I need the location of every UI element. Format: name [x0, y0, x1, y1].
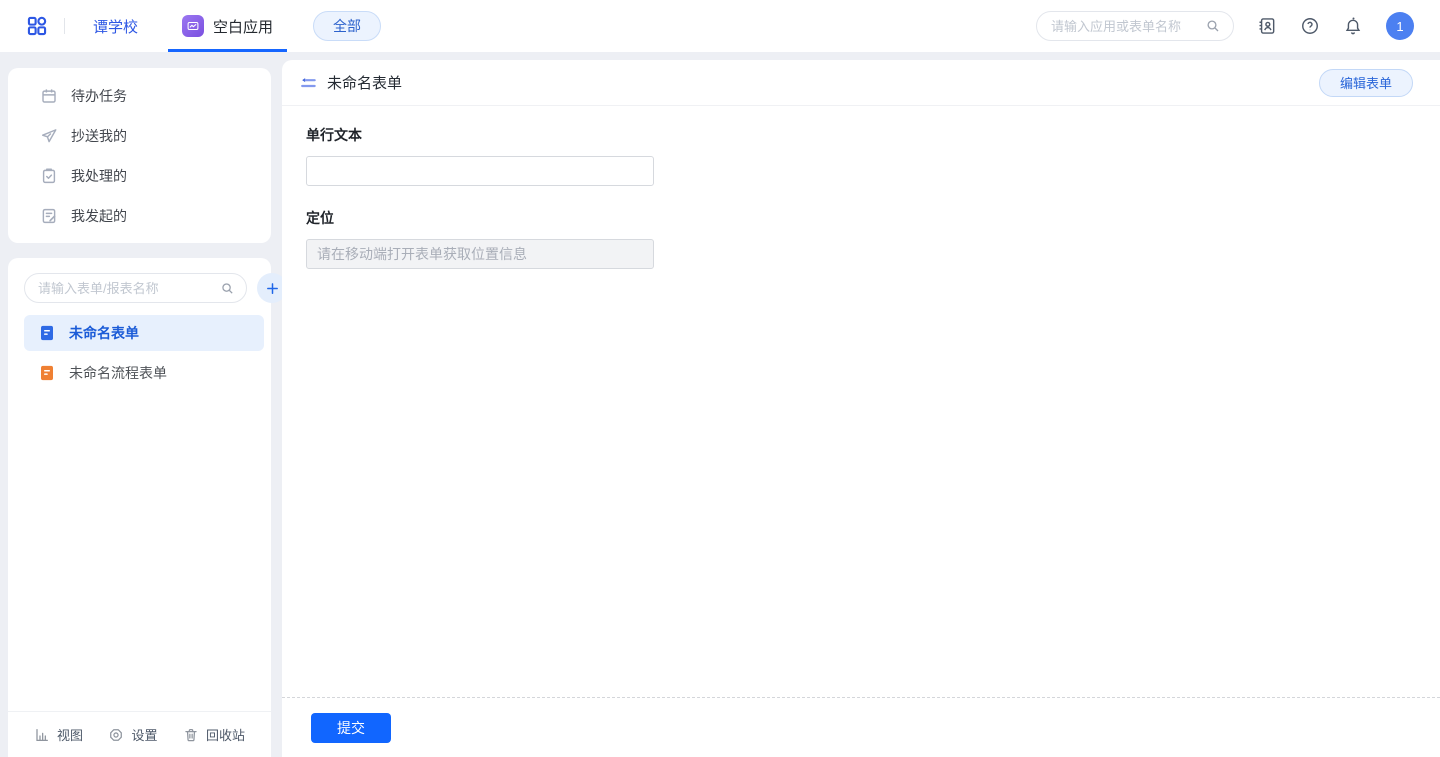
- chart-icon: [34, 727, 50, 743]
- single-line-text-input[interactable]: [306, 156, 654, 186]
- sidebar-item-label: 未命名流程表单: [69, 363, 167, 383]
- topbar-divider: [64, 18, 65, 34]
- plus-icon: [265, 281, 280, 296]
- sidebar-item-cc-to-me[interactable]: 抄送我的: [8, 116, 271, 156]
- location-input: [306, 239, 654, 269]
- settings-button[interactable]: 设置: [108, 725, 157, 744]
- settings-icon: [108, 727, 124, 743]
- views-button[interactable]: 视图: [34, 725, 83, 744]
- apps-grid-button[interactable]: [26, 15, 48, 37]
- user-avatar[interactable]: 1: [1386, 12, 1414, 40]
- filter-all-pill[interactable]: 全部: [313, 11, 381, 41]
- sidebar-item-label: 我发起的: [71, 206, 127, 226]
- form-view-header: 未命名表单 编辑表单: [282, 60, 1440, 106]
- bell-icon[interactable]: [1343, 16, 1363, 36]
- field-location: 定位: [306, 208, 1440, 269]
- form-doc-icon-orange: [38, 364, 56, 382]
- trash-icon: [183, 727, 199, 743]
- footer-item-label: 设置: [131, 725, 157, 744]
- clipboard-check-icon: [40, 167, 58, 185]
- sidebar-footer: 视图 设置 回收站: [8, 711, 271, 757]
- calendar-icon: [40, 87, 58, 105]
- form-search[interactable]: [24, 273, 247, 303]
- sidebar-item-label: 抄送我的: [71, 126, 127, 146]
- field-single-line-text: 单行文本: [306, 125, 1440, 186]
- topbar-right: 1: [1036, 11, 1414, 41]
- recycle-bin-button[interactable]: 回收站: [183, 725, 245, 744]
- form-search-input[interactable]: [36, 280, 216, 297]
- field-label: 定位: [306, 208, 1440, 228]
- footer-item-label: 视图: [57, 725, 83, 744]
- sidebar-item-unnamed-form[interactable]: 未命名表单: [24, 315, 264, 351]
- apps-grid-icon: [26, 15, 48, 37]
- search-icon: [1205, 18, 1221, 34]
- sidebar-item-label: 待办任务: [71, 86, 127, 106]
- form-footer: 提交: [282, 697, 1440, 757]
- help-icon[interactable]: [1300, 16, 1320, 36]
- tab-label: 空白应用: [213, 16, 273, 37]
- form-area: 单行文本 定位: [282, 106, 1440, 269]
- send-icon: [40, 127, 58, 145]
- tab-blank-app[interactable]: 空白应用: [168, 0, 287, 52]
- collapse-sidebar-icon[interactable]: [298, 73, 318, 93]
- global-search-input[interactable]: [1049, 18, 1199, 35]
- search-icon: [220, 281, 235, 296]
- topbar: 谭学校 空白应用 全部: [0, 0, 1440, 52]
- sidebar-item-todo-tasks[interactable]: 待办任务: [8, 76, 271, 116]
- sidebar-forms-card: 未命名表单 未命名流程表单 视图: [8, 258, 271, 757]
- global-search[interactable]: [1036, 11, 1234, 41]
- page-title: 未命名表单: [327, 72, 402, 93]
- sidebar-item-handled-by-me[interactable]: 我处理的: [8, 156, 271, 196]
- sidebar-item-label: 我处理的: [71, 166, 127, 186]
- form-search-row: [8, 258, 271, 312]
- form-doc-icon-blue: [38, 324, 56, 342]
- sidebar-task-card: 待办任务 抄送我的 我处理的 我发: [8, 68, 271, 243]
- footer-item-label: 回收站: [206, 725, 245, 744]
- workspace-link[interactable]: 谭学校: [93, 16, 138, 37]
- submit-button[interactable]: 提交: [311, 713, 391, 743]
- sidebar-item-started-by-me[interactable]: 我发起的: [8, 196, 271, 236]
- sidebar-item-unnamed-flow-form[interactable]: 未命名流程表单: [24, 355, 264, 391]
- field-label: 单行文本: [306, 125, 1440, 145]
- contacts-icon[interactable]: [1257, 16, 1277, 36]
- sidebar-item-label: 未命名表单: [69, 323, 139, 343]
- purple-app-icon: [182, 15, 204, 37]
- form-view-panel: 未命名表单 编辑表单 单行文本 定位 提交: [282, 60, 1440, 757]
- doc-edit-icon: [40, 207, 58, 225]
- edit-form-button[interactable]: 编辑表单: [1319, 69, 1413, 97]
